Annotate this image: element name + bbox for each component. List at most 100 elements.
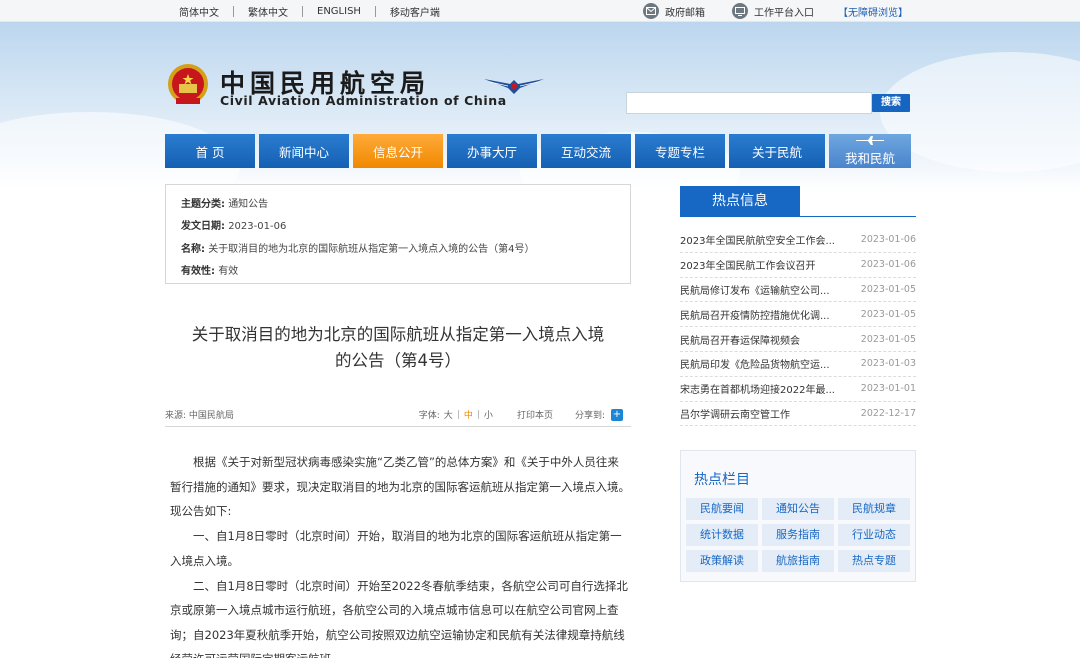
article-title-line: 的公告（第4号） bbox=[335, 351, 461, 370]
share-label: 分享到: bbox=[574, 411, 605, 421]
nav-special-topics[interactable]: 专题专栏 bbox=[635, 134, 725, 168]
column-link-regulations[interactable]: 民航规章 bbox=[838, 498, 910, 520]
nav-me-and-caac-label: 我和民航 bbox=[844, 151, 895, 166]
meta-date-row: 发文日期: 2023-01-06 bbox=[181, 217, 286, 232]
hot-info-item[interactable]: 2023年全国民航工作会议召开 2023-01-06 bbox=[680, 253, 916, 278]
hot-info-item-title: 宋志勇在首都机场迎接2022年最... bbox=[680, 385, 835, 397]
print-button[interactable]: 打印本页 bbox=[517, 408, 553, 421]
national-emblem-logo bbox=[166, 62, 210, 112]
article-paragraph: 根据《关于对新型冠状病毒感染实施“乙类乙管”的总体方案》和《关于中外人员往来暂行… bbox=[170, 455, 630, 518]
hot-info-item-title: 民航局召开疫情防控措施优化调... bbox=[680, 310, 830, 322]
hot-info-item[interactable]: 吕尔学调研云南空管工作 2022-12-17 bbox=[680, 402, 916, 427]
column-link-policy-interpretation[interactable]: 政策解读 bbox=[686, 550, 758, 572]
hot-column-box: 热点栏目 民航要闻 通知公告 民航规章 统计数据 服务指南 行业动态 政策解读 … bbox=[680, 450, 916, 582]
column-link-civil-aviation-news[interactable]: 民航要闻 bbox=[686, 498, 758, 520]
hot-info-tab[interactable]: 热点信息 bbox=[680, 186, 800, 217]
hot-info-item[interactable]: 2023年全国民航航空安全工作会... 2023-01-06 bbox=[680, 228, 916, 253]
top-utility-bar: 简体中文 繁体中文 ENGLISH 移动客户端 政府邮箱 工作平台入口 【无障碍… bbox=[0, 0, 1080, 22]
meta-name-row: 名称: 关于取消目的地为北京的国际航班从指定第一入境点入境的公告（第4号） bbox=[181, 240, 535, 255]
meta-validity-row: 有效性: 有效 bbox=[181, 262, 238, 277]
nav-news-center[interactable]: 新闻中心 bbox=[259, 134, 349, 168]
language-switcher: 简体中文 繁体中文 ENGLISH 移动客户端 bbox=[166, 0, 454, 22]
hot-info-item-date: 2023-01-05 bbox=[860, 308, 916, 320]
hot-info-item-date: 2023-01-05 bbox=[860, 283, 916, 295]
lang-traditional-link[interactable]: 繁体中文 bbox=[234, 4, 302, 19]
gov-mail-link[interactable]: 政府邮箱 bbox=[643, 0, 705, 22]
article-title: 关于取消目的地为北京的国际航班从指定第一入境点入境 的公告（第4号） bbox=[165, 322, 631, 374]
hot-info-item-date: 2023-01-01 bbox=[860, 383, 916, 395]
font-size-label: 字体: bbox=[418, 411, 440, 421]
share-plus-icon[interactable]: + bbox=[611, 408, 623, 421]
nav-home[interactable]: 首 页 bbox=[165, 134, 255, 168]
article-paragraph: 一、自1月8日零时（北京时间）开始，取消目的地为北京的国际客运航班从指定第一入境… bbox=[170, 529, 622, 568]
nav-me-and-caac[interactable]: 我和民航 bbox=[829, 134, 911, 168]
article-title-line: 关于取消目的地为北京的国际航班从指定第一入境点入境 bbox=[191, 325, 605, 344]
article-source: 来源: 中国民航局 bbox=[165, 411, 234, 421]
column-link-hot-topics[interactable]: 热点专题 bbox=[838, 550, 910, 572]
meta-validity-value: 有效 bbox=[218, 266, 239, 277]
article-body: 根据《关于对新型冠状病毒感染实施“乙类乙管”的总体方案》和《关于中外人员往来暂行… bbox=[170, 450, 630, 658]
hot-info-item-title: 2023年全国民航工作会议召开 bbox=[680, 261, 816, 273]
hot-info-item[interactable]: 民航局修订发布《运输航空公司... 2023-01-05 bbox=[680, 278, 916, 303]
hot-info-item-title: 民航局印发《危险品货物航空运... bbox=[680, 360, 830, 372]
lang-english-link[interactable]: ENGLISH bbox=[303, 6, 375, 17]
plane-icon bbox=[855, 133, 885, 148]
hot-info-list: 2023年全国民航航空安全工作会... 2023-01-06 2023年全国民航… bbox=[680, 228, 916, 427]
article-paragraph: 二、自1月8日零时（北京时间）开始至2022冬春航季结束，各航空公司可自行选择北… bbox=[170, 578, 628, 658]
column-link-statistics[interactable]: 统计数据 bbox=[686, 524, 758, 546]
hot-info-item[interactable]: 民航局召开春运保障视频会 2023-01-05 bbox=[680, 327, 916, 352]
hot-info-item-date: 2023-01-06 bbox=[860, 234, 916, 246]
nav-interaction[interactable]: 互动交流 bbox=[541, 134, 631, 168]
nav-info-disclosure[interactable]: 信息公开 bbox=[353, 134, 443, 168]
hot-info-item-date: 2022-12-17 bbox=[860, 407, 916, 419]
divider: | bbox=[456, 409, 460, 420]
hot-info-item-title: 吕尔学调研云南空管工作 bbox=[680, 409, 790, 421]
hot-info-item-date: 2023-01-03 bbox=[860, 358, 916, 370]
article-toolbar: 来源: 中国民航局 字体: 大 | 中 | 小 打印本页 分享到: + bbox=[165, 405, 631, 427]
workbench-label: 工作平台入口 bbox=[754, 7, 814, 19]
meta-date-value: 2023-01-06 bbox=[228, 221, 287, 232]
meta-category-row: 主题分类: 通知公告 bbox=[181, 195, 268, 210]
column-link-industry-news[interactable]: 行业动态 bbox=[838, 524, 910, 546]
hot-info-item-date: 2023-01-06 bbox=[860, 259, 916, 271]
article-tools-right: 字体: 大 | 中 | 小 打印本页 分享到: + bbox=[419, 408, 623, 421]
column-link-notices[interactable]: 通知公告 bbox=[762, 498, 834, 520]
hot-info-item-date: 2023-01-05 bbox=[860, 333, 916, 345]
document-meta-box: 主题分类: 通知公告 发文日期: 2023-01-06 名称: 关于取消目的地为… bbox=[165, 184, 631, 284]
site-header: 中国民用航空局 Civil Aviation Administration of… bbox=[0, 22, 1080, 192]
nav-about-caac[interactable]: 关于民航 bbox=[729, 134, 825, 168]
divider: | bbox=[476, 409, 480, 420]
hot-info-item-title: 民航局修订发布《运输航空公司... bbox=[680, 285, 830, 297]
search-button[interactable]: 搜索 bbox=[872, 94, 910, 112]
hot-column-title: 热点栏目 bbox=[694, 472, 750, 488]
search-input[interactable] bbox=[626, 92, 872, 114]
meta-validity-label: 有效性: bbox=[181, 266, 215, 277]
hot-info-item-title: 2023年全国民航航空安全工作会... bbox=[680, 236, 835, 248]
mobile-client-link[interactable]: 移动客户端 bbox=[376, 4, 454, 19]
site-title-en: Civil Aviation Administration of China bbox=[220, 93, 507, 108]
lang-simplified-link[interactable]: 简体中文 bbox=[166, 4, 233, 19]
column-link-travel-guide[interactable]: 航旅指南 bbox=[762, 550, 834, 572]
accessibility-link[interactable]: 【无障碍浏览】 bbox=[838, 0, 908, 22]
main-nav: 首 页 新闻中心 信息公开 办事大厅 互动交流 专题专栏 关于民航 我和民航 bbox=[165, 134, 911, 168]
hot-info-item[interactable]: 民航局召开疫情防控措施优化调... 2023-01-05 bbox=[680, 302, 916, 328]
meta-date-label: 发文日期: bbox=[181, 221, 225, 232]
divider bbox=[680, 216, 916, 217]
hot-info-item[interactable]: 宋志勇在首都机场迎接2022年最... 2023-01-01 bbox=[680, 377, 916, 402]
workbench-link[interactable]: 工作平台入口 bbox=[732, 0, 814, 22]
font-size-small-button[interactable]: 小 bbox=[484, 408, 493, 421]
hot-info-item[interactable]: 民航局印发《危险品货物航空运... 2023-01-03 bbox=[680, 352, 916, 377]
monitor-icon bbox=[732, 3, 748, 19]
font-size-medium-button[interactable]: 中 bbox=[464, 408, 473, 421]
mail-icon bbox=[643, 3, 659, 19]
meta-name-label: 名称: bbox=[181, 244, 205, 255]
gov-mail-label: 政府邮箱 bbox=[665, 7, 705, 19]
nav-service-hall[interactable]: 办事大厅 bbox=[447, 134, 537, 168]
meta-name-value: 关于取消目的地为北京的国际航班从指定第一入境点入境的公告（第4号） bbox=[208, 244, 535, 255]
caac-wings-logo bbox=[482, 74, 546, 102]
column-link-service-guide[interactable]: 服务指南 bbox=[762, 524, 834, 546]
meta-category-label: 主题分类: bbox=[181, 199, 225, 210]
meta-category-value: 通知公告 bbox=[228, 199, 269, 210]
hot-column-grid: 民航要闻 通知公告 民航规章 统计数据 服务指南 行业动态 政策解读 航旅指南 … bbox=[686, 498, 910, 572]
font-size-large-button[interactable]: 大 bbox=[444, 408, 453, 421]
